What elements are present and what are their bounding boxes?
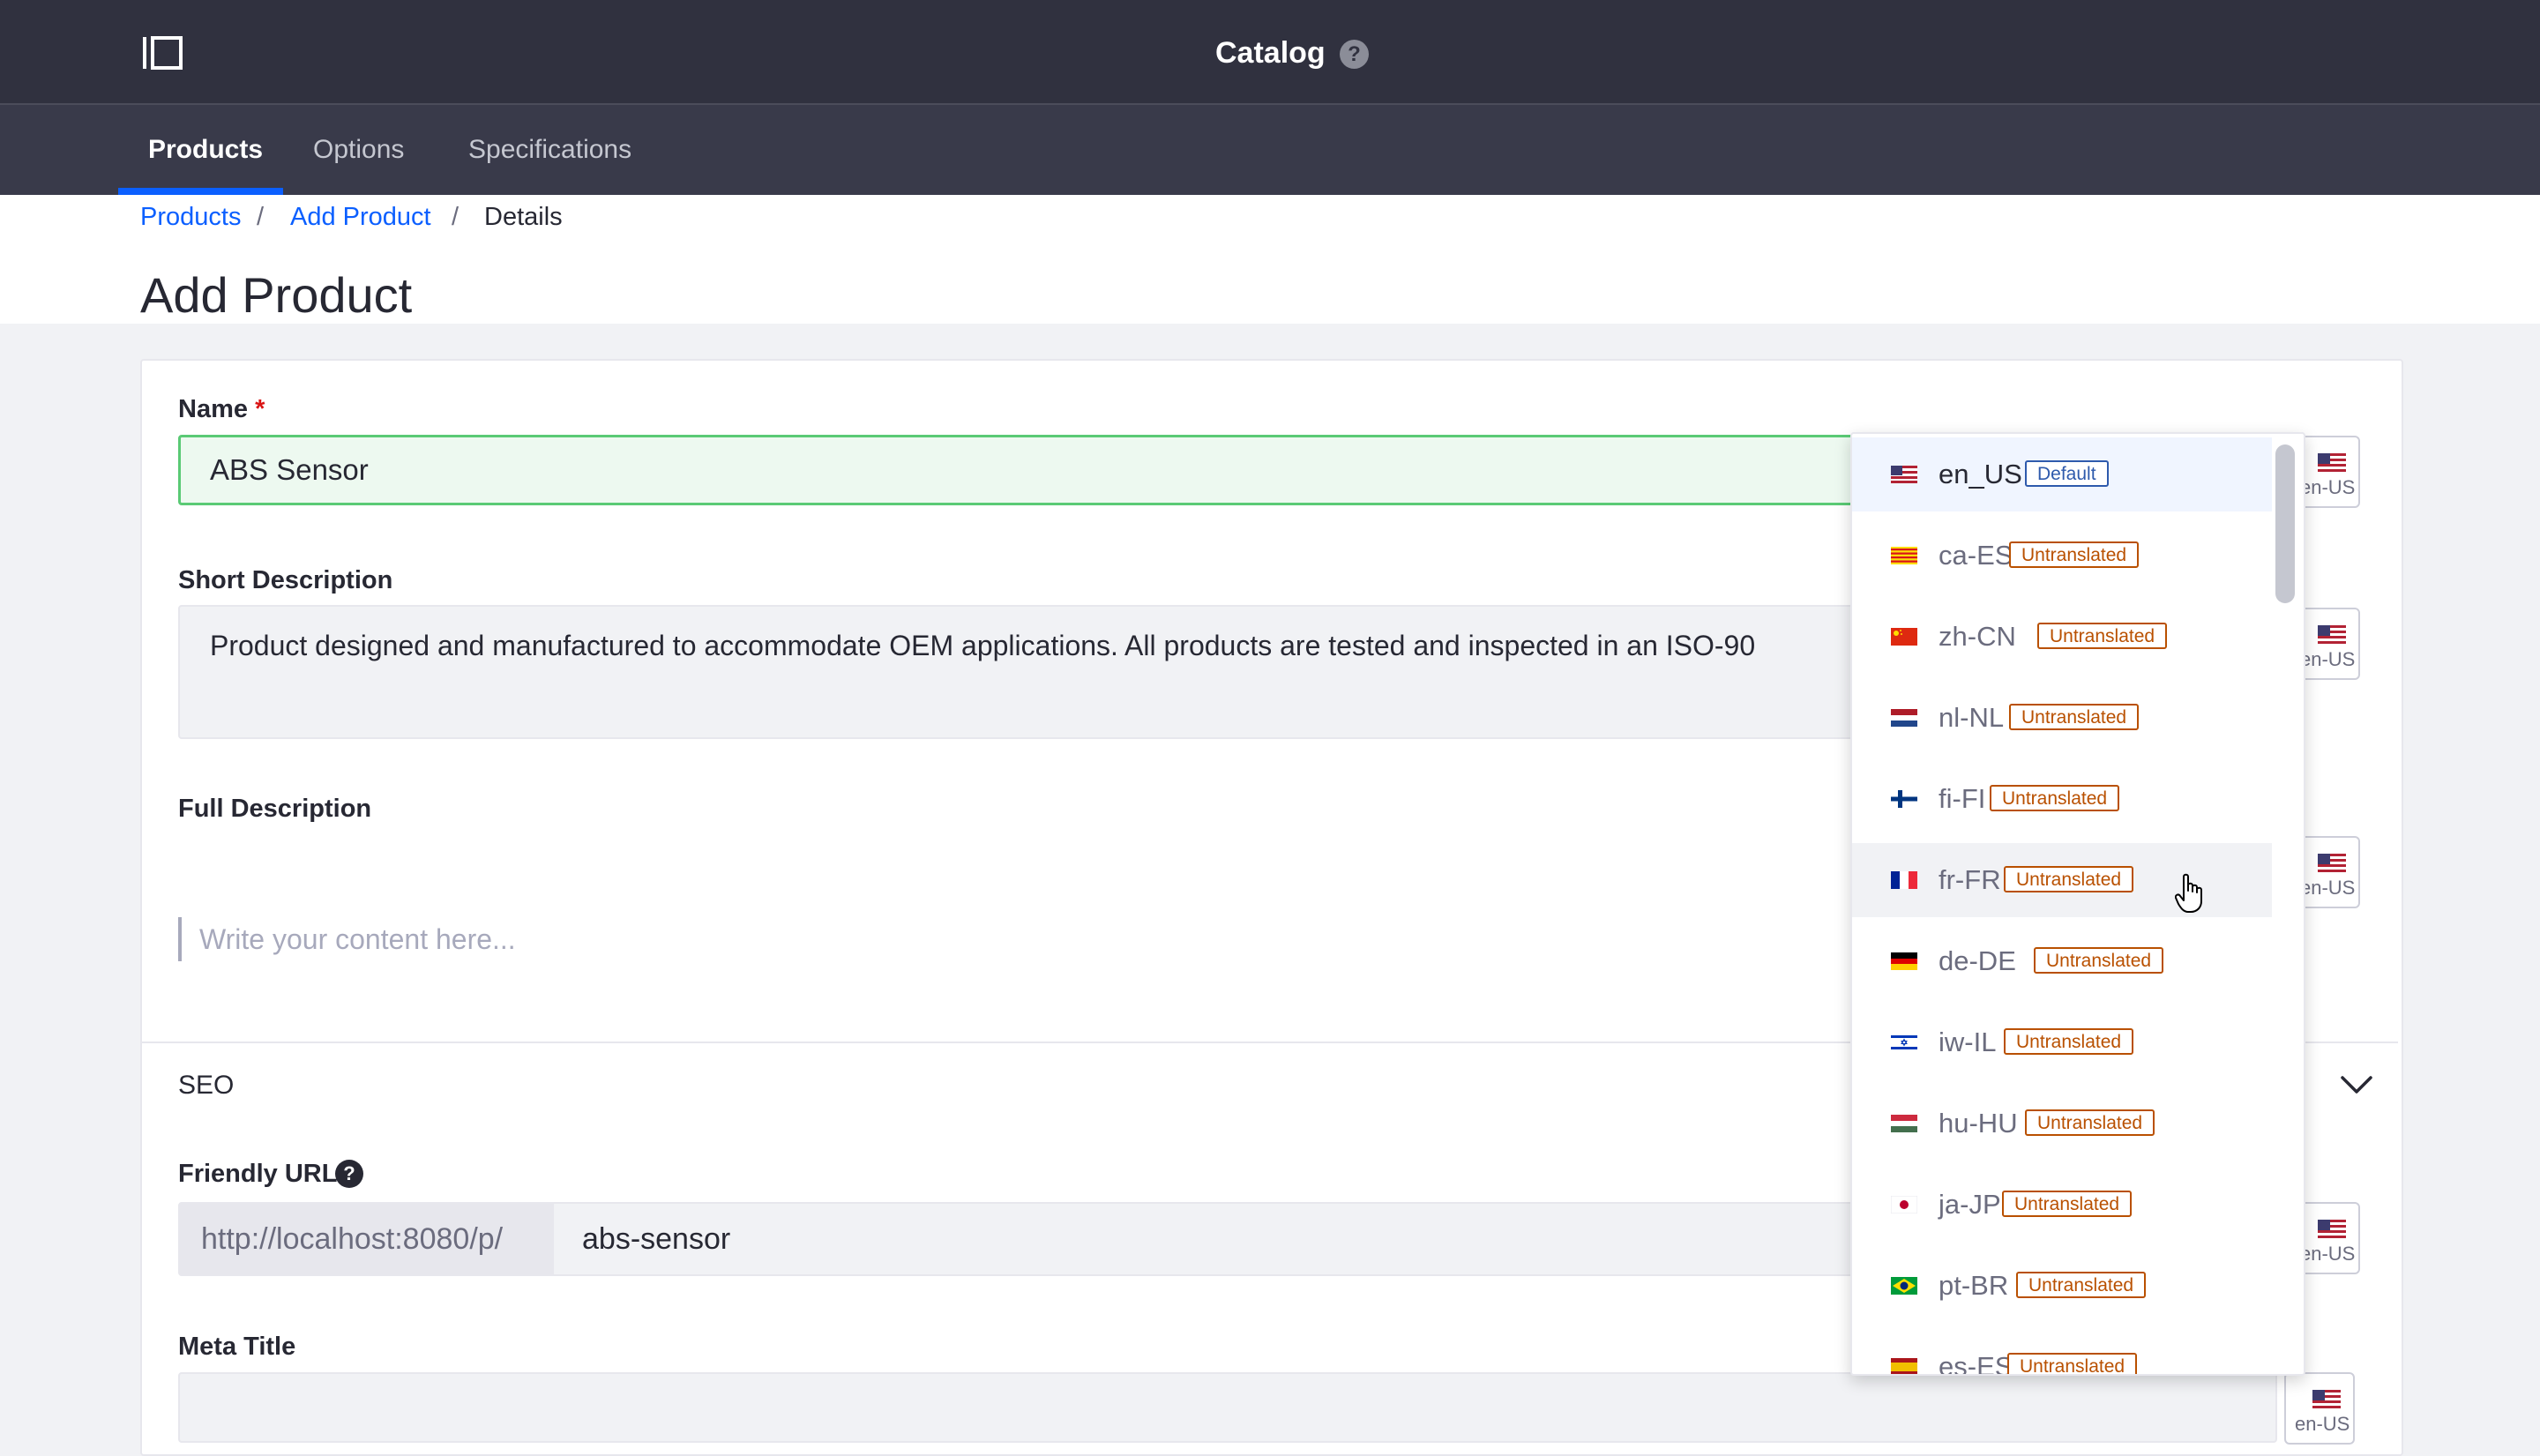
status-badge: Untranslated (2034, 947, 2163, 974)
breadcrumb-details: Details (484, 199, 563, 235)
tab-specifications[interactable]: Specifications (468, 105, 631, 195)
breadcrumb-separator: / (257, 199, 264, 235)
name-input[interactable]: ABS Sensor (178, 435, 1854, 505)
status-badge: Untranslated (2002, 1191, 2132, 1217)
japan-flag-icon (1891, 1196, 1917, 1213)
short-description-field[interactable]: Product designed and manufactured to acc… (178, 605, 1854, 739)
locale-code: nl-NL (1939, 698, 2004, 737)
locale-code: fr-FR (1939, 861, 2001, 900)
friendly-url-prefix: http://localhost:8080/p/ (178, 1202, 554, 1276)
netherlands-flag-icon (1891, 709, 1917, 727)
locale-option-pt-br[interactable]: pt-BR Untranslated (1852, 1249, 2272, 1323)
locale-option-es-es[interactable]: es-ES Untranslated (1852, 1330, 2272, 1376)
us-flag-icon (2318, 854, 2346, 873)
page-title: Add Product (140, 265, 412, 326)
locale-label: en-US (2300, 877, 2355, 900)
editor-caret-bar (178, 917, 182, 961)
us-flag-icon (2318, 1220, 2346, 1239)
dropdown-scrollbar-thumb[interactable] (2275, 444, 2295, 603)
required-mark: * (255, 395, 265, 423)
locale-selector-button[interactable]: en-US (2284, 1372, 2355, 1445)
locale-code: hu-HU (1939, 1104, 2018, 1143)
hand-cursor-icon (2175, 873, 2207, 914)
us-flag-icon (1891, 466, 1917, 483)
locale-code: ja-JP (1939, 1185, 2001, 1224)
locale-option-fr-fr[interactable]: fr-FR Untranslated (1852, 843, 2272, 917)
meta-title-input[interactable] (178, 1372, 2277, 1443)
friendly-url-label: Friendly URL (178, 1156, 337, 1191)
status-badge: Untranslated (2025, 1109, 2155, 1136)
locale-code: de-DE (1939, 942, 2016, 981)
locale-label: en-US (2295, 1413, 2350, 1436)
breadcrumb-products[interactable]: Products (140, 199, 241, 235)
status-badge: Untranslated (2004, 866, 2133, 892)
brazil-flag-icon (1891, 1277, 1917, 1295)
catalonia-flag-icon (1891, 547, 1917, 564)
locale-code: fi-FI (1939, 780, 1985, 818)
help-icon[interactable]: ? (1340, 40, 1369, 69)
us-flag-icon (2318, 625, 2346, 645)
status-badge: Untranslated (2037, 623, 2167, 649)
status-badge: Untranslated (2009, 541, 2139, 568)
full-description-label: Full Description (178, 791, 371, 826)
seo-section-toggle[interactable]: SEO (178, 1067, 234, 1104)
locale-option-iw-il[interactable]: iw-IL Untranslated (1852, 1005, 2272, 1079)
tab-products[interactable]: Products (148, 105, 263, 195)
breadcrumb-add-product[interactable]: Add Product (290, 199, 431, 235)
locale-dropdown-menu: en_US Default ca-ES Untranslated zh-CN U… (1850, 432, 2305, 1376)
locale-label: en-US (2300, 476, 2355, 499)
sidebar-toggle-icon[interactable] (141, 34, 183, 72)
locale-code: pt-BR (1939, 1266, 2008, 1305)
locale-option-nl-nl[interactable]: nl-NL Untranslated (1852, 681, 2272, 755)
finland-flag-icon (1891, 790, 1917, 808)
locale-option-fi-fi[interactable]: fi-FI Untranslated (1852, 762, 2272, 836)
locale-option-ca-es[interactable]: ca-ES Untranslated (1852, 519, 2272, 593)
locale-option-zh-cn[interactable]: zh-CN Untranslated (1852, 600, 2272, 674)
locale-option-ja-jp[interactable]: ja-JP Untranslated (1852, 1168, 2272, 1242)
locale-code: en_US (1939, 455, 2022, 494)
meta-title-label: Meta Title (178, 1329, 295, 1364)
app-title: Catalog (1215, 31, 1326, 75)
locale-option-de-de[interactable]: de-DE Untranslated (1852, 924, 2272, 998)
tab-options[interactable]: Options (313, 105, 404, 195)
china-flag-icon (1891, 628, 1917, 646)
locale-label: en-US (2300, 648, 2355, 671)
friendly-url-input[interactable]: abs-sensor (554, 1202, 1854, 1276)
france-flag-icon (1891, 871, 1917, 889)
status-badge: Untranslated (1990, 785, 2119, 811)
locale-code: ca-ES (1939, 536, 2013, 575)
us-flag-icon (2318, 453, 2346, 473)
name-label: Name * (178, 392, 265, 427)
status-badge: Untranslated (2004, 1028, 2133, 1055)
locale-code: es-ES (1939, 1348, 2013, 1376)
locale-label: en-US (2300, 1243, 2355, 1266)
locale-option-en-us[interactable]: en_US Default (1852, 437, 2272, 511)
short-description-label: Short Description (178, 563, 392, 598)
chevron-down-icon[interactable] (2337, 1069, 2376, 1102)
breadcrumb-separator: / (452, 199, 459, 235)
israel-flag-icon (1891, 1034, 1917, 1051)
active-tab-indicator (118, 188, 283, 195)
status-badge: Untranslated (2016, 1272, 2146, 1298)
status-badge: Untranslated (2009, 704, 2139, 730)
status-badge: Untranslated (2007, 1353, 2137, 1376)
full-description-editor[interactable]: Write your content here... (199, 922, 516, 957)
locale-code: iw-IL (1939, 1023, 1996, 1062)
locale-option-hu-hu[interactable]: hu-HU Untranslated (1852, 1086, 2272, 1161)
locale-code: zh-CN (1939, 617, 2016, 656)
germany-flag-icon (1891, 952, 1917, 970)
spain-flag-icon (1891, 1358, 1917, 1376)
status-badge: Default (2025, 460, 2109, 487)
name-label-text: Name (178, 395, 248, 423)
us-flag-icon (2312, 1390, 2341, 1409)
hungary-flag-icon (1891, 1115, 1917, 1132)
help-icon[interactable]: ? (335, 1160, 363, 1188)
